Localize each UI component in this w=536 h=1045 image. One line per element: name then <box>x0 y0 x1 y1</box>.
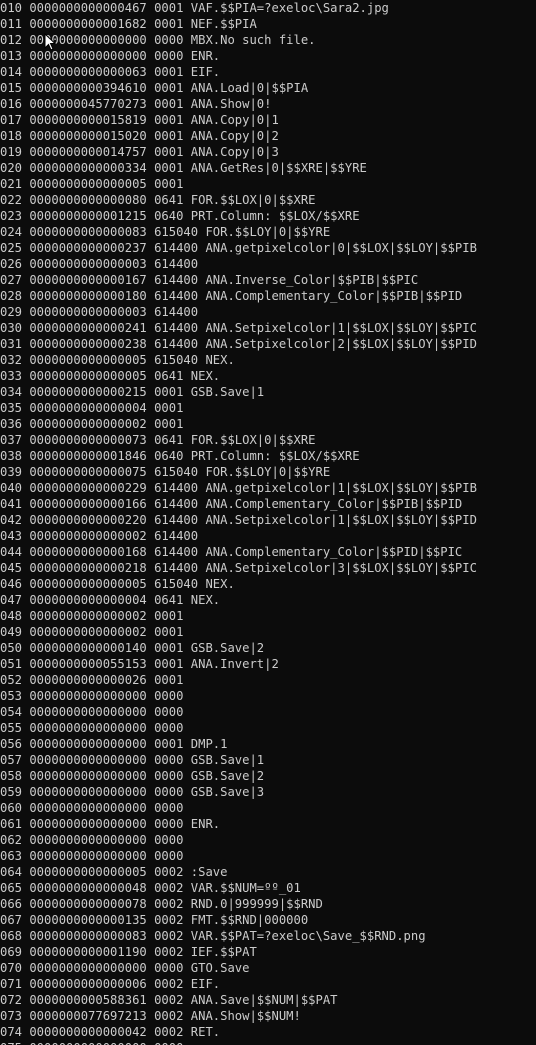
console-line: 050 0000000000000140 0001 GSB.Save|2 <box>0 641 265 655</box>
console-line: 053 0000000000000000 0000 <box>0 689 184 703</box>
console-line: 040 0000000000000229 614400 ANA.getpixel… <box>0 481 477 495</box>
console-line: 072 0000000000588361 0002 ANA.Save|$$NUM… <box>0 993 338 1007</box>
console-line: 041 0000000000000166 614400 ANA.Compleme… <box>0 497 463 511</box>
console-line: 022 0000000000000080 0641 FOR.$$LOX|0|$$… <box>0 193 316 207</box>
console-line: 061 0000000000000000 0000 ENR. <box>0 817 221 831</box>
console-line: 071 0000000000000006 0002 EIF. <box>0 977 221 991</box>
console-line: 015 0000000000394610 0001 ANA.Load|0|$$P… <box>0 81 309 95</box>
console-line: 012 0000000000000000 0000 MBX.No such fi… <box>0 33 316 47</box>
console-line: 025 0000000000000237 614400 ANA.getpixel… <box>0 241 477 255</box>
console-line: 027 0000000000000167 614400 ANA.Inverse_… <box>0 273 419 287</box>
console-line: 019 0000000000014757 0001 ANA.Copy|0|3 <box>0 145 279 159</box>
console-line: 030 0000000000000241 614400 ANA.Setpixel… <box>0 321 477 335</box>
console-line: 026 0000000000000003 614400 <box>0 257 199 271</box>
console-line: 042 0000000000000220 614400 ANA.Setpixel… <box>0 513 477 527</box>
mouse-pointer-icon <box>44 33 57 51</box>
console-line: 045 0000000000000218 614400 ANA.Setpixel… <box>0 561 477 575</box>
console-line: 066 0000000000000078 0002 RND.0|999999|$… <box>0 897 323 911</box>
console-line: 065 0000000000000048 0002 VAR.$$NUM=ºº_0… <box>0 881 301 895</box>
console-line: 043 0000000000000002 614400 <box>0 529 199 543</box>
console-line: 033 0000000000000005 0641 NEX. <box>0 369 221 383</box>
console-line: 069 0000000000001190 0002 IEF.$$PAT <box>0 945 257 959</box>
console-line: 068 0000000000000083 0002 VAR.$$PAT=?exe… <box>0 929 426 943</box>
console-line: 021 0000000000000005 0001 <box>0 177 184 191</box>
console-line: 028 0000000000000180 614400 ANA.Compleme… <box>0 289 463 303</box>
console-line: 017 0000000000015819 0001 ANA.Copy|0|1 <box>0 113 279 127</box>
console-line: 018 0000000000015020 0001 ANA.Copy|0|2 <box>0 129 279 143</box>
console-line: 049 0000000000000002 0001 <box>0 625 184 639</box>
console-line: 048 0000000000000002 0001 <box>0 609 184 623</box>
console-line: 011 0000000000001682 0001 NEF.$$PIA <box>0 17 257 31</box>
console-line: 073 0000000077697213 0002 ANA.Show|$$NUM… <box>0 1009 301 1023</box>
console-line: 029 0000000000000003 614400 <box>0 305 199 319</box>
console-line: 063 0000000000000000 0000 <box>0 849 184 863</box>
console-line: 051 0000000000055153 0001 ANA.Invert|2 <box>0 657 279 671</box>
console-line: 070 0000000000000000 0000 GTO.Save <box>0 961 250 975</box>
console-line: 016 0000000045770273 0001 ANA.Show|0! <box>0 97 272 111</box>
console-line: 067 0000000000000135 0002 FMT.$$RND|0000… <box>0 913 309 927</box>
console-line: 055 0000000000000000 0000 <box>0 721 184 735</box>
console-line: 037 0000000000000073 0641 FOR.$$LOX|0|$$… <box>0 433 316 447</box>
console-line: 062 0000000000000000 0000 <box>0 833 184 847</box>
console-line: 034 0000000000000215 0001 GSB.Save|1 <box>0 385 265 399</box>
console-line: 047 0000000000000004 0641 NEX. <box>0 593 221 607</box>
console-line: 057 0000000000000000 0000 GSB.Save|1 <box>0 753 265 767</box>
console-line: 020 0000000000000334 0001 ANA.GetRes|0|$… <box>0 161 367 175</box>
console-line: 032 0000000000000005 615040 NEX. <box>0 353 235 367</box>
console-line: 075 0000000000000000 0000 <box>0 1040 536 1045</box>
console-line: 035 0000000000000004 0001 <box>0 401 184 415</box>
console-line: 054 0000000000000000 0000 <box>0 705 184 719</box>
console-line: 024 0000000000000083 615040 FOR.$$LOY|0|… <box>0 225 331 239</box>
console-line: 064 0000000000000005 0002 :Save <box>0 865 228 879</box>
console-line: 014 0000000000000063 0001 EIF. <box>0 65 221 79</box>
console-line: 036 0000000000000002 0001 <box>0 417 184 431</box>
console-line: 056 0000000000000000 0001 DMP.1 <box>0 737 228 751</box>
console-line: 046 0000000000000005 615040 NEX. <box>0 577 235 591</box>
console-line: 023 0000000000001215 0640 PRT.Column: $$… <box>0 209 360 223</box>
console-lines: 010 0000000000000467 0001 VAF.$$PIA=?exe… <box>0 0 536 1045</box>
console-line: 074 0000000000000042 0002 RET. <box>0 1025 221 1039</box>
console-line: 031 0000000000000238 614400 ANA.Setpixel… <box>0 337 477 351</box>
console-line: 010 0000000000000467 0001 VAF.$$PIA=?exe… <box>0 1 389 15</box>
console-line: 058 0000000000000000 0000 GSB.Save|2 <box>0 769 265 783</box>
console-line: 013 0000000000000000 0000 ENR. <box>0 49 221 63</box>
console-line: 060 0000000000000000 0000 <box>0 801 184 815</box>
console-line: 038 0000000000001846 0640 PRT.Column: $$… <box>0 449 360 463</box>
console-line: 039 0000000000000075 615040 FOR.$$LOY|0|… <box>0 465 331 479</box>
console-line: 044 0000000000000168 614400 ANA.Compleme… <box>0 545 463 559</box>
console-line: 059 0000000000000000 0000 GSB.Save|3 <box>0 785 265 799</box>
console-line: 052 0000000000000026 0001 <box>0 673 184 687</box>
console-output: 010 0000000000000467 0001 VAF.$$PIA=?exe… <box>0 0 536 1045</box>
